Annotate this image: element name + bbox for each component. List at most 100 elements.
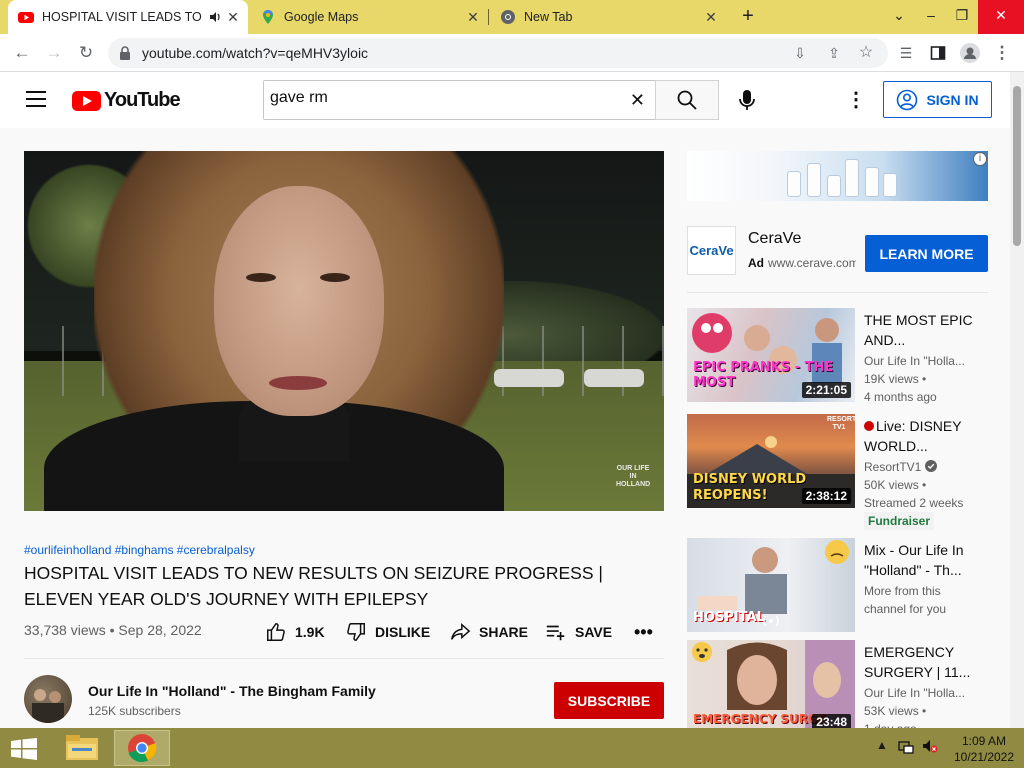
video-frame-car bbox=[584, 369, 644, 387]
youtube-header: YouTube ✕ ⋮ SIGN IN bbox=[0, 72, 1010, 128]
profile-avatar-icon[interactable] bbox=[958, 41, 982, 65]
network-icon[interactable] bbox=[898, 738, 914, 757]
video-channel[interactable]: Our Life In "Holla... bbox=[864, 354, 984, 368]
video-title-text: Live: DISNEY WORLD... bbox=[864, 418, 962, 454]
like-button[interactable]: 1.9K bbox=[265, 620, 325, 644]
live-indicator-icon bbox=[864, 421, 874, 431]
channel-watermark[interactable]: OUR LIFE IN HOLLAND bbox=[616, 465, 650, 495]
forward-arrow-icon[interactable]: → bbox=[42, 41, 66, 65]
channel-avatar[interactable] bbox=[24, 675, 72, 723]
product-bottle bbox=[883, 173, 897, 197]
video-thumbnail[interactable]: RESORT TV1 DISNEY WORLD REOPENS! 2:38:12 bbox=[687, 414, 855, 508]
tab-close-icon[interactable]: ✕ bbox=[702, 9, 720, 26]
channel-name[interactable]: Our Life In "Holland" - The Bingham Fami… bbox=[88, 683, 376, 699]
video-title[interactable]: Mix - Our Life In "Holland" - Th... bbox=[864, 540, 980, 580]
video-views-date: 33,738 views • Sep 28, 2022 bbox=[24, 622, 202, 638]
bookmark-star-icon[interactable]: ☆ bbox=[854, 41, 878, 65]
tab-close-icon[interactable]: ✕ bbox=[464, 9, 482, 26]
tab-youtube[interactable]: HOSPITAL VISIT LEADS TO N ✕ bbox=[8, 0, 248, 34]
volume-muted-icon[interactable] bbox=[922, 738, 938, 757]
subscribe-button[interactable]: SUBSCRIBE bbox=[554, 682, 664, 719]
file-explorer-icon[interactable] bbox=[54, 730, 110, 766]
install-app-icon[interactable]: ⇩ bbox=[788, 41, 812, 65]
url-text[interactable]: youtube.com/watch?v=qeMHV3yloic bbox=[142, 45, 368, 61]
video-title[interactable]: THE MOST EPIC AND... bbox=[864, 310, 980, 350]
video-thumbnail[interactable]: EMERGENCY SURGE 23:48 bbox=[687, 640, 855, 734]
divider bbox=[24, 658, 664, 659]
back-arrow-icon[interactable]: ← bbox=[10, 41, 34, 65]
tab-search-chevron-icon[interactable]: ⌄ bbox=[884, 0, 914, 34]
window-close-icon[interactable]: ✕ bbox=[978, 0, 1024, 34]
hamburger-menu-icon[interactable] bbox=[26, 91, 46, 107]
windows-taskbar: ▲ 1:09 AM 10/21/2022 bbox=[0, 728, 1024, 768]
share-arrow-icon bbox=[451, 623, 471, 640]
ad-info-icon[interactable]: i bbox=[973, 152, 987, 166]
search-input[interactable] bbox=[270, 89, 610, 107]
video-player[interactable]: OUR LIFE IN HOLLAND bbox=[24, 151, 664, 511]
scrollbar-thumb[interactable] bbox=[1013, 86, 1021, 246]
thumbs-up-icon bbox=[267, 623, 285, 641]
youtube-logo[interactable]: YouTube bbox=[72, 89, 181, 112]
clock-date: 10/21/2022 bbox=[953, 750, 1015, 764]
video-hashtags[interactable]: #ourlifeinholland #binghams #cerebralpal… bbox=[24, 543, 255, 557]
chrome-taskbar-icon[interactable] bbox=[114, 730, 170, 766]
sign-in-label: SIGN IN bbox=[926, 91, 979, 108]
video-thumbnail[interactable]: HOSPITAL bbox=[687, 538, 855, 632]
thumbnail-caption: DISNEY WORLD REOPENS! bbox=[693, 472, 807, 503]
show-hidden-icons-icon[interactable]: ▲ bbox=[876, 738, 888, 752]
video-title[interactable]: EMERGENCY SURGERY | 11... bbox=[864, 642, 980, 682]
video-channel[interactable]: Our Life In "Holla... bbox=[864, 686, 984, 700]
ad-banner-image[interactable] bbox=[687, 151, 988, 201]
save-button[interactable]: SAVE bbox=[545, 620, 612, 644]
video-views: 50K views • bbox=[864, 478, 927, 492]
ad-label: Ad bbox=[748, 256, 764, 270]
like-count: 1.9K bbox=[295, 624, 325, 640]
youtube-logo-text: YouTube bbox=[104, 89, 181, 111]
voice-search-button[interactable] bbox=[733, 84, 761, 116]
browser-tab-strip: HOSPITAL VISIT LEADS TO N ✕ Google Maps … bbox=[0, 0, 1024, 34]
tab-title: Google Maps bbox=[284, 10, 359, 24]
channel-name-text: ResortTV1 bbox=[864, 460, 922, 474]
search-box[interactable]: ✕ bbox=[263, 80, 656, 120]
lock-icon[interactable] bbox=[118, 45, 132, 61]
advertiser-logo[interactable]: CeraVe bbox=[687, 226, 736, 275]
product-bottle bbox=[845, 159, 859, 197]
save-label: SAVE bbox=[575, 624, 613, 640]
tab-google-maps[interactable]: Google Maps ✕ bbox=[250, 0, 488, 34]
windows-start-icon[interactable] bbox=[10, 738, 38, 760]
chrome-menu-kebab-icon[interactable]: ⋮ bbox=[990, 41, 1014, 65]
system-clock[interactable]: 1:09 AM 10/21/2022 bbox=[946, 733, 1022, 765]
search-button[interactable] bbox=[655, 80, 719, 120]
share-page-icon[interactable]: ⇪ bbox=[822, 41, 846, 65]
restore-icon[interactable]: ❐ bbox=[946, 0, 978, 34]
media-queue-icon[interactable]: ☰ bbox=[894, 41, 918, 65]
side-panel-icon[interactable] bbox=[926, 41, 950, 65]
mix-description: channel for you bbox=[864, 602, 947, 616]
video-title[interactable]: Live: DISNEY WORLD... bbox=[864, 416, 980, 456]
tab-title: HOSPITAL VISIT LEADS TO N bbox=[42, 10, 206, 24]
video-thumbnail[interactable]: EPIC PRANKS - THE MOST 2:21:05 bbox=[687, 308, 855, 402]
tab-new-tab[interactable]: New Tab ✕ bbox=[490, 0, 726, 34]
new-tab-plus-icon[interactable]: + bbox=[736, 4, 760, 28]
share-button[interactable]: SHARE bbox=[449, 620, 528, 644]
dislike-button[interactable]: DISLIKE bbox=[345, 620, 430, 644]
share-label: SHARE bbox=[479, 624, 529, 640]
audio-playing-icon[interactable] bbox=[208, 10, 222, 24]
reload-icon[interactable]: ↻ bbox=[74, 41, 98, 65]
more-actions-icon[interactable]: ••• bbox=[634, 620, 653, 644]
clear-search-icon[interactable]: ✕ bbox=[630, 90, 645, 111]
resorttv-logo: RESORT TV1 bbox=[827, 416, 855, 431]
learn-more-button[interactable]: LEARN MORE bbox=[865, 235, 988, 272]
video-duration: 2:21:05 bbox=[801, 382, 851, 398]
settings-kebab-icon[interactable]: ⋮ bbox=[846, 88, 866, 112]
address-bar[interactable]: youtube.com/watch?v=qeMHV3yloic ⇩ ⇪ ☆ bbox=[108, 38, 888, 68]
page-scrollbar[interactable] bbox=[1010, 72, 1024, 728]
sign-in-button[interactable]: SIGN IN bbox=[883, 81, 992, 118]
chrome-favicon-icon bbox=[501, 10, 515, 24]
video-channel[interactable]: ResortTV1 bbox=[864, 460, 984, 474]
tab-title: New Tab bbox=[524, 10, 573, 24]
advertiser-name[interactable]: CeraVe bbox=[748, 230, 801, 248]
tab-close-icon[interactable]: ✕ bbox=[224, 9, 242, 26]
dislike-label: DISLIKE bbox=[375, 624, 431, 640]
minimize-icon[interactable]: – bbox=[916, 0, 946, 34]
